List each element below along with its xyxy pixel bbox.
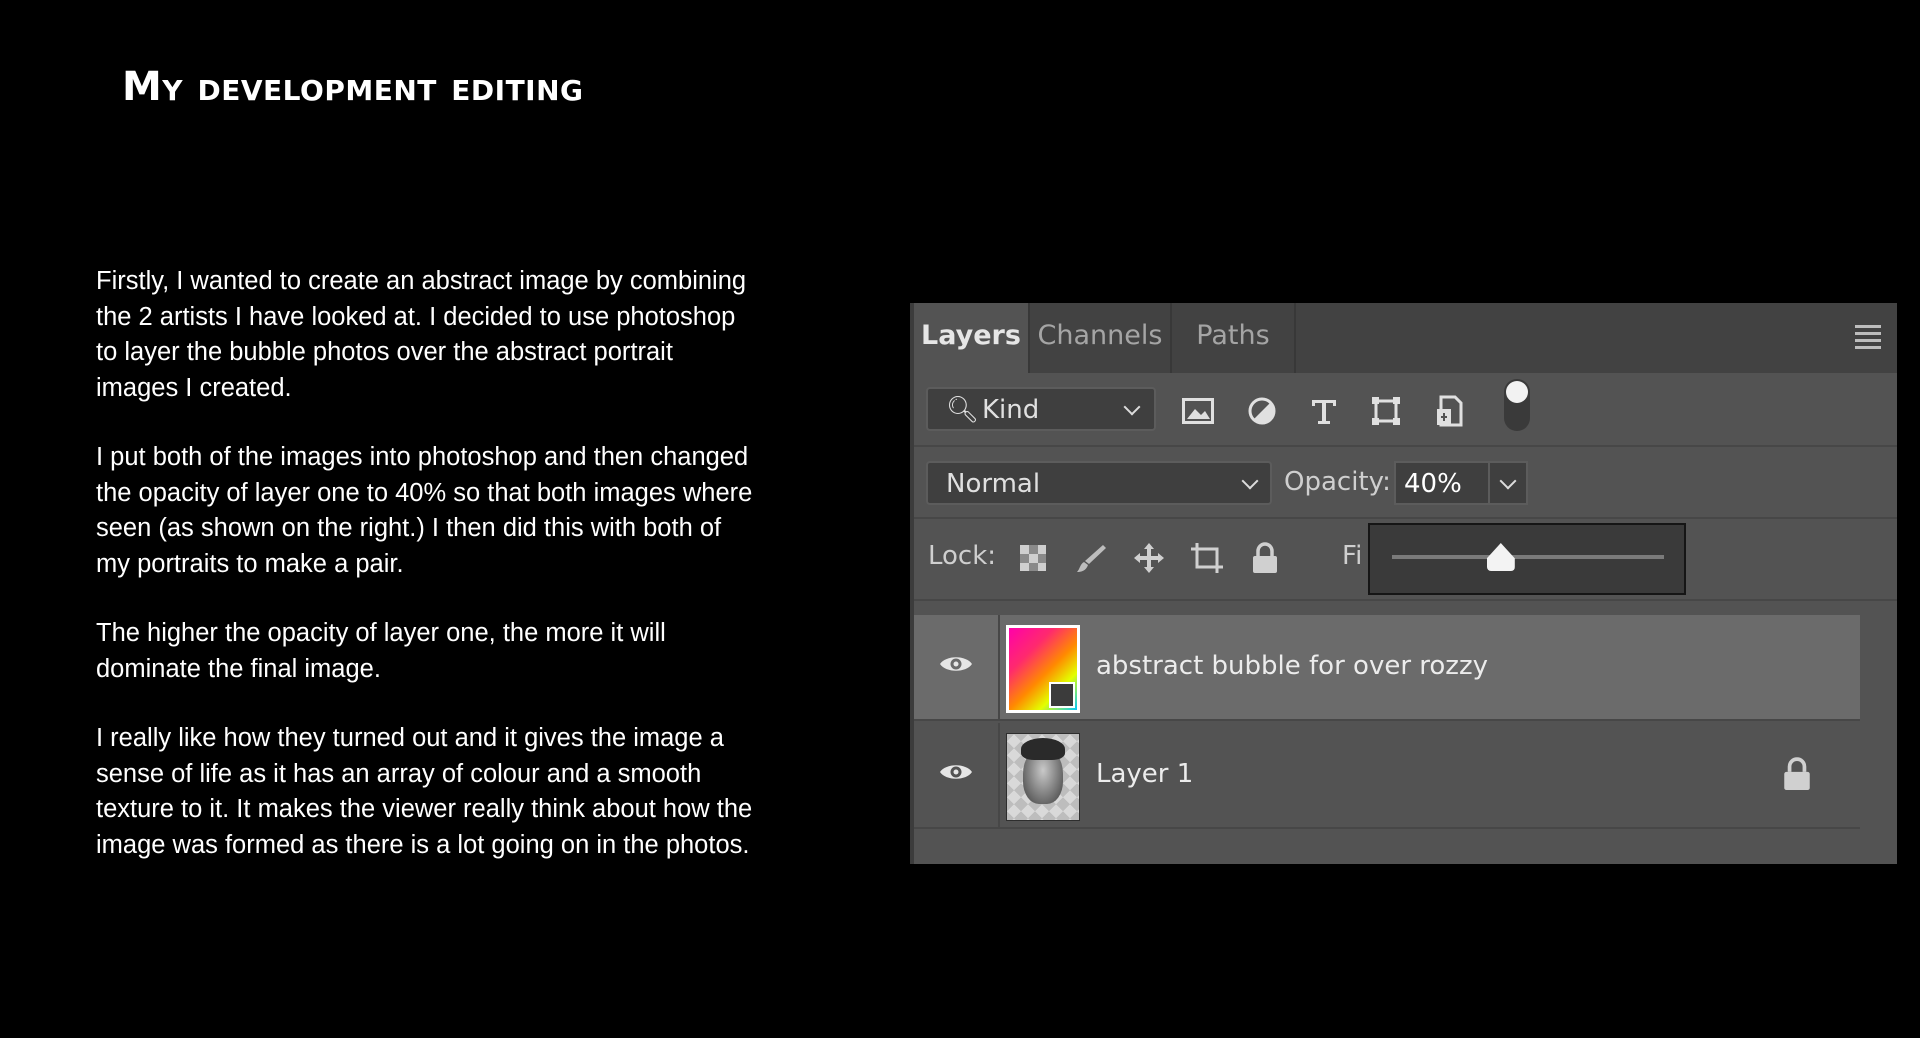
- eye-icon[interactable]: [938, 653, 974, 675]
- smart-object-badge-icon: [1049, 682, 1075, 708]
- layer-lock-icon[interactable]: [1782, 757, 1812, 791]
- hamburger-menu-icon[interactable]: [1855, 325, 1881, 349]
- tab-paths[interactable]: Paths: [1172, 303, 1296, 373]
- paragraph-reflection: I really like how they turned out and it…: [96, 724, 753, 859]
- eye-icon[interactable]: [938, 761, 974, 783]
- layer-row-layer-1[interactable]: Layer 1: [914, 723, 1860, 829]
- lock-label: Lock:: [928, 541, 997, 571]
- paragraph-intro: Firstly, I wanted to create an abstract …: [96, 267, 747, 402]
- layer-name[interactable]: Layer 1: [1096, 759, 1193, 789]
- lock-transparent-pixels-icon[interactable]: [1014, 539, 1052, 577]
- layer-divider: [998, 615, 1000, 719]
- layers-panel: Layers Channels Paths 🔍︎ Kind Normal Opa…: [910, 303, 1897, 864]
- layer-thumbnail[interactable]: [1006, 625, 1080, 713]
- lock-all-icon[interactable]: [1246, 539, 1284, 577]
- opacity-input[interactable]: 40%: [1394, 461, 1490, 505]
- blend-mode-select[interactable]: Normal: [926, 461, 1272, 505]
- search-icon: 🔍︎: [946, 395, 980, 425]
- layer-row-abstract-bubble[interactable]: abstract bubble for over rozzy: [914, 615, 1860, 721]
- fill-label: Fi: [1342, 541, 1363, 571]
- chevron-down-icon: [1499, 472, 1517, 490]
- adjustment-filter-icon[interactable]: [1242, 391, 1282, 431]
- kind-filter-select[interactable]: 🔍︎ Kind: [926, 387, 1156, 431]
- kind-filter-label: Kind: [982, 395, 1040, 425]
- layer-name[interactable]: abstract bubble for over rozzy: [1096, 651, 1488, 681]
- filter-row: 🔍︎ Kind: [914, 379, 1897, 447]
- lock-artboard-icon[interactable]: [1188, 539, 1226, 577]
- opacity-dropdown-button[interactable]: [1490, 461, 1528, 505]
- tab-layers[interactable]: Layers: [914, 303, 1030, 373]
- tab-channels[interactable]: Channels: [1030, 303, 1172, 373]
- filter-toggle[interactable]: [1504, 379, 1530, 431]
- slide-title: My development editing: [122, 64, 584, 110]
- paragraph-process: I put both of the images into photoshop …: [96, 443, 753, 578]
- opacity-slider-thumb[interactable]: [1486, 543, 1515, 571]
- layer-divider: [998, 723, 1000, 827]
- panel-tab-bar: Layers Channels Paths: [914, 303, 1897, 373]
- paragraph-opacity: The higher the opacity of layer one, the…: [96, 619, 666, 683]
- chevron-down-icon: [1123, 398, 1141, 416]
- opacity-label: Opacity:: [1284, 467, 1391, 497]
- layer-thumbnail[interactable]: [1006, 733, 1080, 821]
- smart-object-filter-icon[interactable]: [1430, 391, 1470, 431]
- opacity-slider-popup: [1368, 523, 1686, 595]
- body-text: Firstly, I wanted to create an abstract …: [96, 264, 756, 897]
- shape-filter-icon[interactable]: [1366, 391, 1406, 431]
- opacity-slider-track[interactable]: [1392, 555, 1664, 559]
- image-filter-icon[interactable]: [1178, 391, 1218, 431]
- lock-position-icon[interactable]: [1130, 539, 1168, 577]
- blend-mode-label: Normal: [946, 469, 1041, 499]
- blend-row: Normal Opacity: 40%: [914, 461, 1897, 519]
- chevron-down-icon: [1241, 472, 1259, 490]
- lock-image-pixels-icon[interactable]: [1072, 539, 1110, 577]
- type-filter-icon[interactable]: [1304, 391, 1344, 431]
